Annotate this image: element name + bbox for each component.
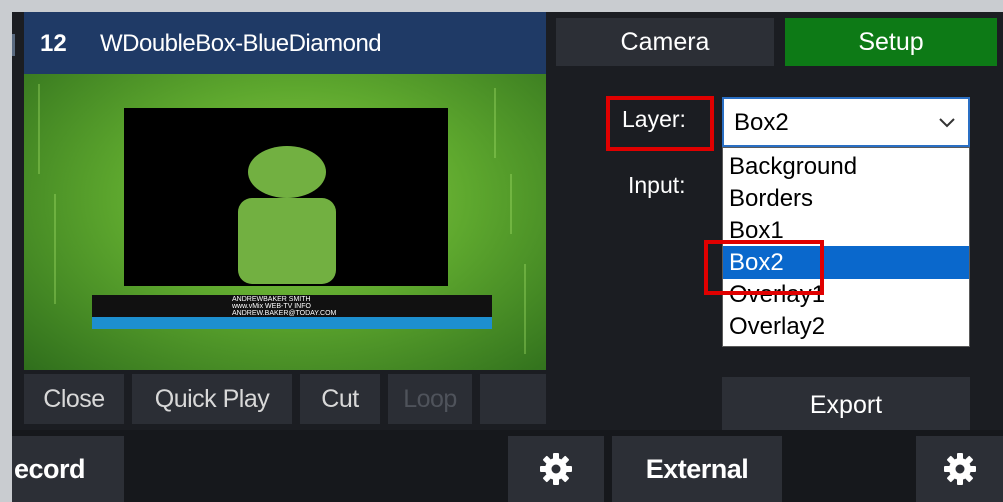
layer-option-borders[interactable]: Borders [723, 182, 969, 215]
lower-third-line: ANDREWBAKER SMITH [232, 296, 311, 303]
box2-option-highlight [704, 240, 824, 295]
circuit-decoration [54, 194, 56, 304]
record-settings-button[interactable] [508, 436, 604, 502]
circuit-decoration [38, 84, 40, 174]
lower-third-line: ANDREW.BAKER@TODAY.COM [232, 310, 337, 317]
avatar-head [248, 146, 326, 198]
chevron-down-icon [939, 118, 955, 128]
panel-edge-marker [12, 34, 15, 56]
circuit-decoration [494, 88, 496, 158]
circuit-decoration [510, 174, 512, 234]
lower-third-line: www.vMix WEB-TV INFO [232, 303, 311, 310]
layer-dropdown[interactable]: Box2 [722, 97, 970, 147]
gear-icon [540, 453, 572, 485]
close-button[interactable]: Close [24, 374, 124, 424]
loop-button[interactable]: Loop [388, 374, 472, 424]
input-title: WDoubleBox-BlueDiamond [100, 30, 382, 57]
external-button[interactable]: External [612, 436, 782, 502]
transport-spacer [480, 374, 546, 424]
tab-camera[interactable]: Camera [556, 18, 774, 66]
cut-button[interactable]: Cut [300, 374, 380, 424]
layer-dropdown-value: Box2 [734, 109, 789, 136]
input-number: 12 [40, 30, 67, 57]
lower-third-bar [92, 317, 492, 329]
layer-option-background[interactable]: Background [723, 150, 969, 183]
lower-third: ANDREWBAKER SMITH www.vMix WEB-TV INFO A… [92, 295, 492, 317]
quick-play-button[interactable]: Quick Play [132, 374, 292, 424]
tab-setup[interactable]: Setup [785, 18, 997, 66]
gear-icon [943, 453, 976, 485]
export-button[interactable]: Export [722, 377, 970, 433]
circuit-decoration [524, 264, 526, 354]
layer-option-overlay2[interactable]: Overlay2 [723, 310, 969, 343]
external-settings-button[interactable] [916, 436, 1003, 502]
layer-label: Layer: [622, 106, 686, 132]
avatar-body [238, 198, 336, 284]
input-label: Input: [628, 172, 686, 198]
record-button[interactable]: ecord [12, 436, 124, 502]
